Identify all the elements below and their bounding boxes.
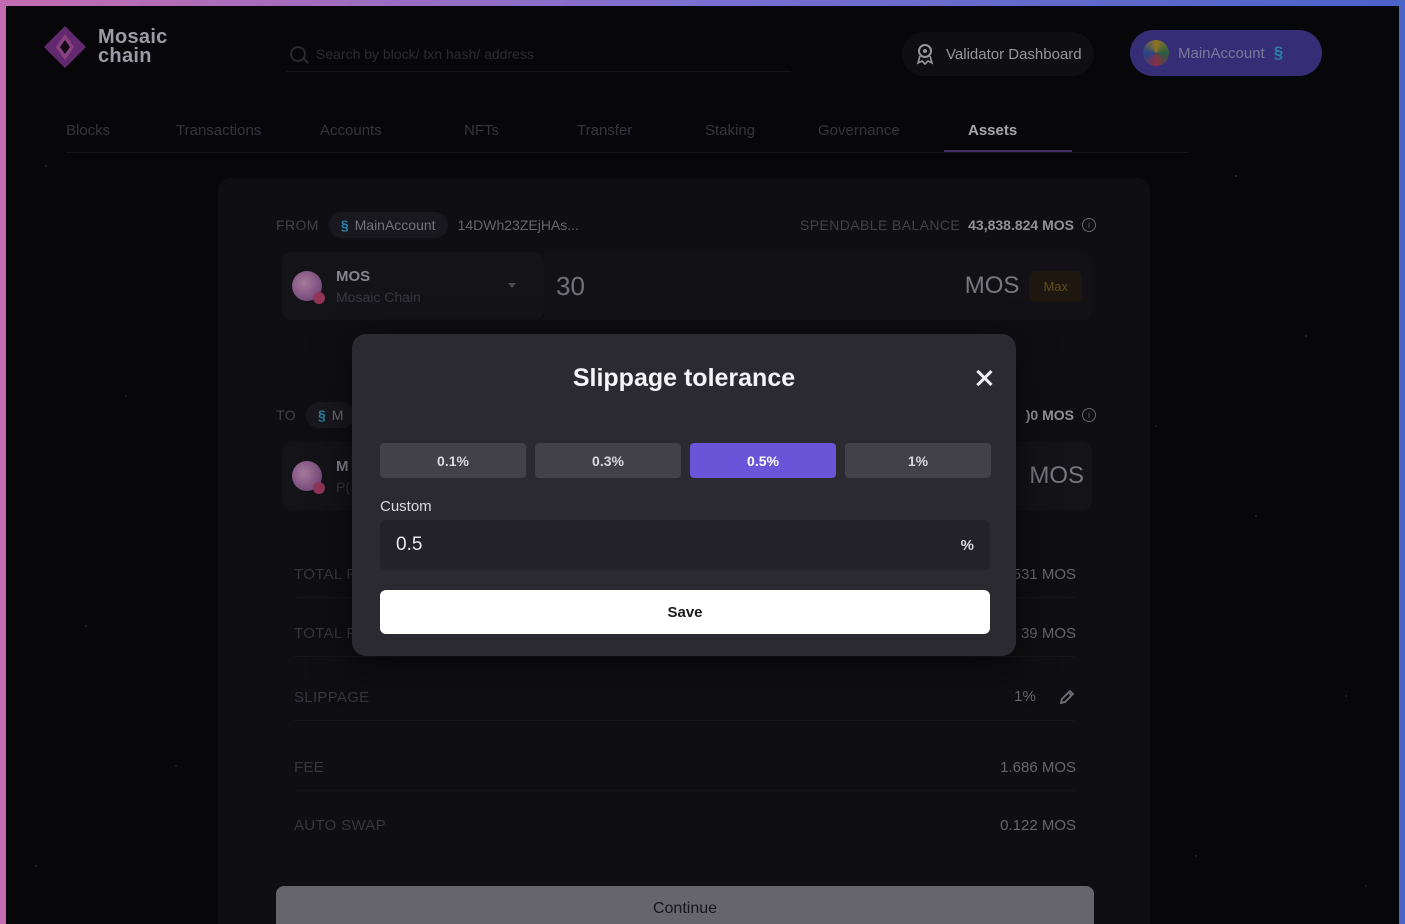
preset-1-button[interactable]: 1% <box>845 443 991 478</box>
custom-label: Custom <box>380 498 432 515</box>
preset-0-1-button[interactable]: 0.1% <box>380 443 526 478</box>
custom-slippage-input[interactable] <box>396 534 961 556</box>
save-button[interactable]: Save <box>380 590 990 634</box>
custom-slippage-field[interactable]: % <box>380 520 990 570</box>
app-frame: Mosaic chain Validator Dashboard MainAcc… <box>6 6 1399 924</box>
modal-title: Slippage tolerance <box>572 364 796 392</box>
slippage-presets: 0.1% 0.3% 0.5% 1% <box>380 443 991 478</box>
preset-0-3-button[interactable]: 0.3% <box>535 443 681 478</box>
preset-0-5-button[interactable]: 0.5% <box>690 443 836 478</box>
slippage-modal: Slippage tolerance 0.1% 0.3% 0.5% 1% Cus… <box>352 334 1016 656</box>
close-icon[interactable] <box>974 368 994 388</box>
percent-suffix: % <box>960 536 974 554</box>
